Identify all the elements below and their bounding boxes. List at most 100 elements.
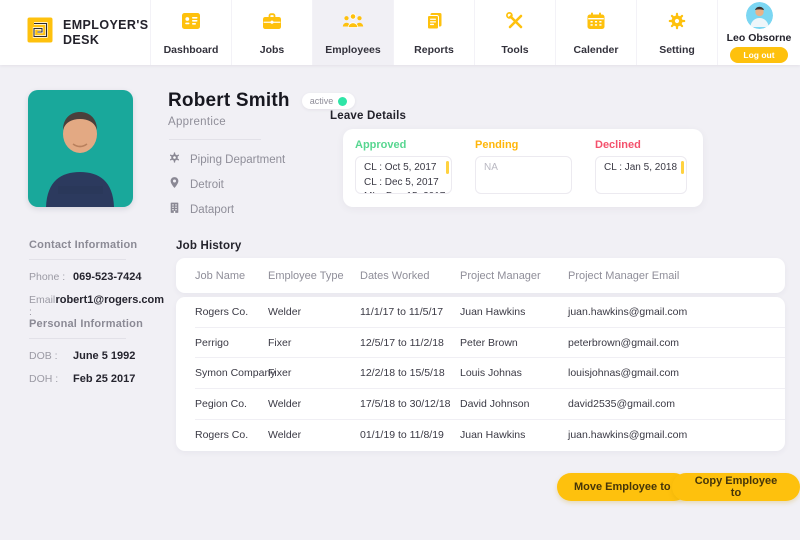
email-row: Email : robert1@rogers.com [29, 294, 164, 318]
leave-item: CL : Oct 5, 2017 [364, 161, 443, 176]
table-cell: Juan Hawkins [460, 306, 568, 318]
table-row: Pegion Co.Welder17/5/18 to 30/12/18David… [195, 389, 785, 420]
nav-item-jobs[interactable]: Jobs [231, 0, 312, 65]
table-cell: peterbrown@gmail.com [568, 337, 785, 349]
contact-information-block: Contact Information Phone : 069-523-7424… [29, 239, 164, 318]
table-cell: Juan Hawkins [460, 429, 568, 441]
employee-job-title: Apprentice [168, 116, 226, 128]
building-icon [168, 201, 181, 219]
table-cell: 12/2/18 to 15/5/18 [360, 367, 460, 379]
user-account-section: Leo Obsorne Log out [717, 0, 800, 65]
table-cell: david2535@gmail.com [568, 398, 785, 410]
personal-information-block: Personal Information DOB : June 5 1992 D… [29, 318, 164, 385]
active-status-dot [338, 97, 347, 106]
scrollbar-thumb[interactable] [446, 161, 449, 174]
job-history-table-body: Rogers Co.Welder11/1/17 to 11/5/17Juan H… [176, 297, 785, 451]
location-pin-icon [168, 176, 181, 194]
nav-item-tools[interactable]: Tools [474, 0, 555, 65]
leave-details-heading: Leave Details [330, 110, 406, 122]
doh-label: DOH : [29, 373, 73, 385]
pending-leave-column: Pending NA [475, 139, 572, 194]
user-avatar[interactable] [746, 2, 773, 29]
nav-label: Calender [574, 44, 619, 56]
nav-item-dashboard[interactable]: Dashboard [150, 0, 231, 65]
leave-item: ML : Dec 15, 2017 [364, 190, 443, 194]
nav-item-employees[interactable]: Employees [312, 0, 393, 65]
nav-item-setting[interactable]: Setting [636, 0, 717, 65]
nav-label: Reports [414, 44, 454, 56]
table-cell: Symon Company [195, 367, 268, 379]
divider [169, 139, 261, 140]
department-row: Piping Department [168, 151, 285, 169]
move-employee-button[interactable]: Move Employee to [557, 473, 688, 501]
scrollbar-thumb[interactable] [681, 161, 684, 174]
table-cell: David Johnson [460, 398, 568, 410]
location-row: Detroit [168, 176, 285, 194]
user-name: Leo Obsorne [727, 32, 792, 44]
job-history-table-header: Job Name Employee Type Dates Worked Proj… [176, 258, 785, 293]
phone-value: 069-523-7424 [73, 271, 142, 283]
documents-icon [422, 10, 446, 37]
phone-label: Phone : [29, 271, 73, 283]
status-label: active [310, 96, 334, 106]
declined-leave-list[interactable]: CL : Jan 5, 2018 [595, 156, 687, 194]
brand-logo[interactable]: EMPLOYER'S DESK [0, 0, 150, 65]
brand-maze-icon [26, 16, 54, 49]
gear-icon [665, 10, 689, 37]
department-gear-icon [168, 151, 181, 169]
approved-leave-list[interactable]: CL : Oct 5, 2017CL : Dec 5, 2017ML : Dec… [355, 156, 452, 194]
table-row: PerrigoFixer12/5/17 to 11/2/18Peter Brow… [195, 328, 785, 359]
declined-leave-column: Declined CL : Jan 5, 2018 [595, 139, 687, 194]
leave-item: CL : Jan 5, 2018 [604, 161, 678, 176]
dob-label: DOB : [29, 350, 73, 362]
dob-value: June 5 1992 [73, 350, 135, 362]
job-history-heading: Job History [176, 240, 241, 252]
people-icon [340, 10, 366, 37]
copy-employee-button[interactable]: Copy Employee to [672, 473, 800, 501]
table-cell: Rogers Co. [195, 306, 268, 318]
table-cell: Pegion Co. [195, 398, 268, 410]
top-navbar: EMPLOYER'S DESK Dashboard [0, 0, 800, 65]
doh-value: Feb 25 2017 [73, 373, 135, 385]
leave-details-card: Approved CL : Oct 5, 2017CL : Dec 5, 201… [343, 129, 703, 207]
nav-label: Employees [325, 44, 380, 56]
location-label: Detroit [190, 179, 224, 191]
employers-desk-app: EMPLOYER'S DESK Dashboard [0, 0, 800, 540]
email-value: robert1@rogers.com [55, 294, 164, 318]
nav-label: Tools [501, 44, 528, 56]
nav-item-calender[interactable]: Calender [555, 0, 636, 65]
tools-icon [503, 10, 527, 37]
logout-button[interactable]: Log out [730, 47, 787, 63]
table-cell: 17/5/18 to 30/12/18 [360, 398, 460, 410]
divider [29, 259, 126, 260]
column-header-dates-worked: Dates Worked [360, 270, 460, 282]
declined-label: Declined [595, 139, 687, 151]
calendar-icon [584, 10, 608, 37]
table-cell: louisjohnas@gmail.com [568, 367, 785, 379]
table-cell: Welder [268, 429, 360, 441]
table-cell: Peter Brown [460, 337, 568, 349]
table-cell: juan.hawkins@gmail.com [568, 429, 785, 441]
nav-label: Dashboard [164, 44, 219, 56]
table-cell: juan.hawkins@gmail.com [568, 306, 785, 318]
status-badge: active [302, 93, 356, 109]
pending-leave-list[interactable]: NA [475, 156, 572, 194]
phone-row: Phone : 069-523-7424 [29, 271, 164, 283]
employee-meta: Piping Department Detroit [168, 151, 285, 219]
table-cell: Fixer [268, 337, 360, 349]
leave-item: NA [484, 161, 563, 176]
nav-label: Setting [659, 44, 695, 56]
company-label: Dataport [190, 204, 234, 216]
divider [29, 338, 126, 339]
company-row: Dataport [168, 201, 285, 219]
table-row: Rogers Co.Welder11/1/17 to 11/5/17Juan H… [195, 297, 785, 328]
table-cell: Louis Johnas [460, 367, 568, 379]
employee-name: Robert Smith [168, 90, 290, 112]
table-cell: Fixer [268, 367, 360, 379]
table-cell: Welder [268, 306, 360, 318]
nav-item-reports[interactable]: Reports [393, 0, 474, 65]
table-row: Symon CompanyFixer12/2/18 to 15/5/18Loui… [195, 358, 785, 389]
table-cell: Rogers Co. [195, 429, 268, 441]
column-header-job-name: Job Name [195, 270, 268, 282]
department-label: Piping Department [190, 154, 285, 166]
